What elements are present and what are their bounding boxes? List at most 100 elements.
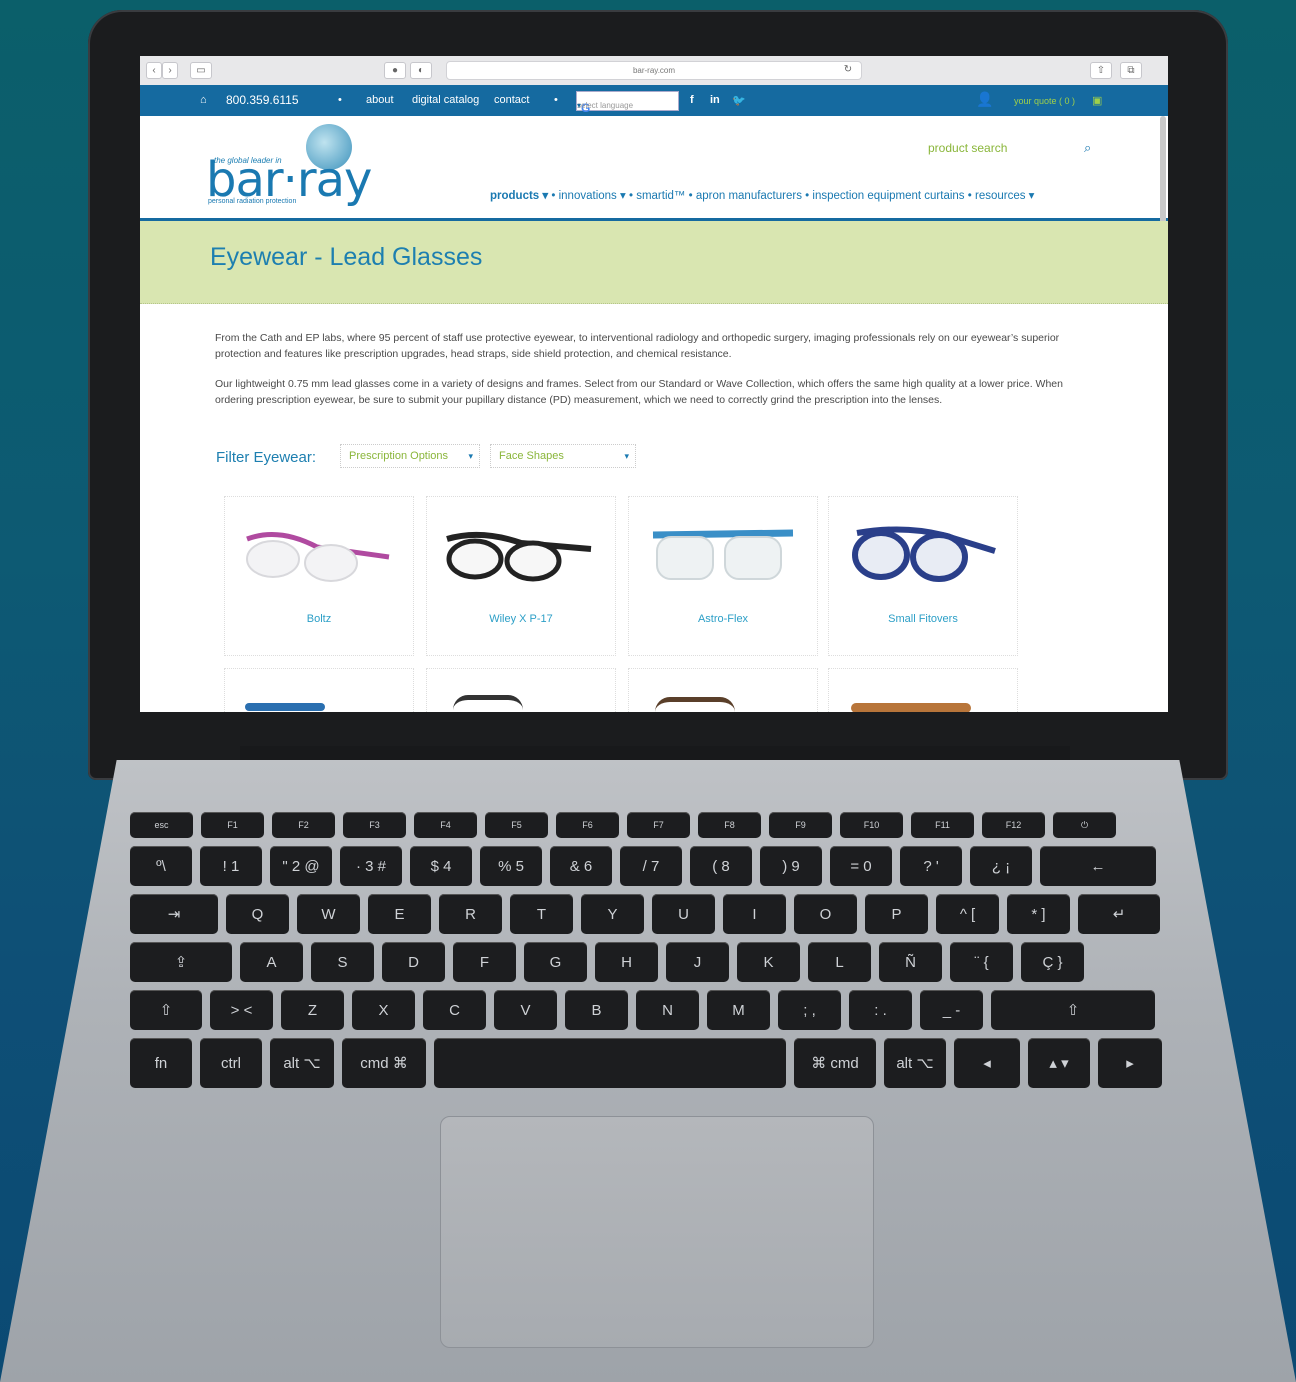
twitter-icon[interactable]: 🐦 <box>732 94 746 107</box>
search-input[interactable]: product search <box>928 141 1007 155</box>
reload-icon[interactable]: ↻ <box>842 62 854 77</box>
nav-smartid[interactable]: smartid™ <box>636 190 685 202</box>
tabs-icon[interactable]: ⧉ <box>1120 62 1142 79</box>
key[interactable]: ◂ <box>954 1038 1020 1088</box>
key[interactable]: D <box>382 942 445 982</box>
clipboard-icon[interactable]: ▣ <box>1092 94 1102 107</box>
link-digital-catalog[interactable]: digital catalog <box>412 94 479 106</box>
key[interactable]: · 3 # <box>340 846 402 886</box>
key[interactable]: T <box>510 894 573 934</box>
key[interactable]: Q <box>226 894 289 934</box>
key[interactable]: ▴ ▾ <box>1028 1038 1090 1088</box>
key[interactable]: & 6 <box>550 846 612 886</box>
extension-icon[interactable]: ● <box>384 62 406 79</box>
key[interactable]: F7 <box>627 812 690 838</box>
facebook-icon[interactable]: f <box>690 94 694 106</box>
nav-resources[interactable]: resources ▾ <box>975 190 1034 202</box>
key[interactable]: V <box>494 990 557 1030</box>
key[interactable]: ← <box>1040 846 1156 886</box>
key[interactable]: F <box>453 942 516 982</box>
product-name[interactable]: Small Fitovers <box>829 613 1017 625</box>
key[interactable]: fn <box>130 1038 192 1088</box>
home-icon[interactable]: ⌂ <box>200 94 207 106</box>
key[interactable]: A <box>240 942 303 982</box>
product-card[interactable] <box>628 668 818 712</box>
trackpad[interactable] <box>440 1116 874 1348</box>
key[interactable]: % 5 <box>480 846 542 886</box>
link-contact[interactable]: contact <box>494 94 529 106</box>
key[interactable]: Z <box>281 990 344 1030</box>
product-name[interactable]: Astro-Flex <box>629 613 817 625</box>
prescription-filter[interactable]: Prescription Options ▾ <box>340 444 480 468</box>
key[interactable]: F11 <box>911 812 974 838</box>
product-card[interactable]: Small Fitovers <box>828 496 1018 656</box>
nav-products[interactable]: products ▾ <box>490 190 548 202</box>
key[interactable]: _ - <box>920 990 983 1030</box>
product-card[interactable]: Wiley X P-17 <box>426 496 616 656</box>
key[interactable]: ) 9 <box>760 846 822 886</box>
key[interactable]: alt ⌥ <box>884 1038 946 1088</box>
key[interactable]: Y <box>581 894 644 934</box>
key[interactable]: ¨ { <box>950 942 1013 982</box>
share-icon[interactable]: ⇧ <box>1090 62 1112 79</box>
key[interactable]: K <box>737 942 800 982</box>
key[interactable]: ⇪ <box>130 942 232 982</box>
search-icon[interactable]: ⌕ <box>1084 140 1091 156</box>
key[interactable]: ↵ <box>1078 894 1160 934</box>
key[interactable]: ctrl <box>200 1038 262 1088</box>
nav-innovations[interactable]: innovations ▾ <box>559 190 626 202</box>
key[interactable]: ⇥ <box>130 894 218 934</box>
language-select[interactable]: G select language ▾ <box>576 91 679 115</box>
key[interactable]: > < <box>210 990 273 1030</box>
key[interactable]: F9 <box>769 812 832 838</box>
back-button[interactable]: ‹ <box>146 62 162 79</box>
quote-link[interactable]: your quote ( 0 ) <box>1014 96 1075 106</box>
key[interactable] <box>434 1038 786 1088</box>
key[interactable]: * ] <box>1007 894 1070 934</box>
product-card[interactable] <box>828 668 1018 712</box>
key[interactable]: F1 <box>201 812 264 838</box>
key[interactable]: Ñ <box>879 942 942 982</box>
key[interactable]: X <box>352 990 415 1030</box>
face-shapes-filter[interactable]: Face Shapes ▾ <box>490 444 636 468</box>
key[interactable]: F3 <box>343 812 406 838</box>
key[interactable]: esc <box>130 812 193 838</box>
key[interactable]: B <box>565 990 628 1030</box>
forward-button[interactable]: › <box>162 62 178 79</box>
phone-number[interactable]: 800.359.6115 <box>226 93 299 107</box>
key[interactable]: U <box>652 894 715 934</box>
key[interactable]: C <box>423 990 486 1030</box>
key[interactable]: L <box>808 942 871 982</box>
user-icon[interactable]: 👤 <box>976 91 993 108</box>
key[interactable]: " 2 @ <box>270 846 332 886</box>
key[interactable]: G <box>524 942 587 982</box>
key[interactable]: F8 <box>698 812 761 838</box>
key[interactable]: alt ⌥ <box>270 1038 334 1088</box>
key[interactable]: H <box>595 942 658 982</box>
key[interactable]: ⏻ <box>1053 812 1116 838</box>
key[interactable]: ⌘ cmd <box>794 1038 876 1088</box>
address-bar[interactable]: bar-ray.com <box>446 61 862 80</box>
key[interactable]: ⇧ <box>991 990 1155 1030</box>
product-card[interactable]: Boltz <box>224 496 414 656</box>
key[interactable]: R <box>439 894 502 934</box>
key[interactable]: N <box>636 990 699 1030</box>
key[interactable]: F12 <box>982 812 1045 838</box>
key[interactable]: I <box>723 894 786 934</box>
key[interactable]: F2 <box>272 812 335 838</box>
key[interactable]: = 0 <box>830 846 892 886</box>
key[interactable]: ! 1 <box>200 846 262 886</box>
key[interactable]: ¿ ¡ <box>970 846 1032 886</box>
linkedin-icon[interactable]: in <box>710 94 720 106</box>
product-card[interactable]: Astro-Flex <box>628 496 818 656</box>
key[interactable]: J <box>666 942 729 982</box>
key[interactable]: M <box>707 990 770 1030</box>
product-card[interactable] <box>426 668 616 712</box>
key[interactable]: ⇧ <box>130 990 202 1030</box>
product-name[interactable]: Wiley X P-17 <box>427 613 615 625</box>
key[interactable]: º\ <box>130 846 192 886</box>
key[interactable]: $ 4 <box>410 846 472 886</box>
key[interactable]: ? ' <box>900 846 962 886</box>
key[interactable]: ; , <box>778 990 841 1030</box>
key[interactable]: ( 8 <box>690 846 752 886</box>
